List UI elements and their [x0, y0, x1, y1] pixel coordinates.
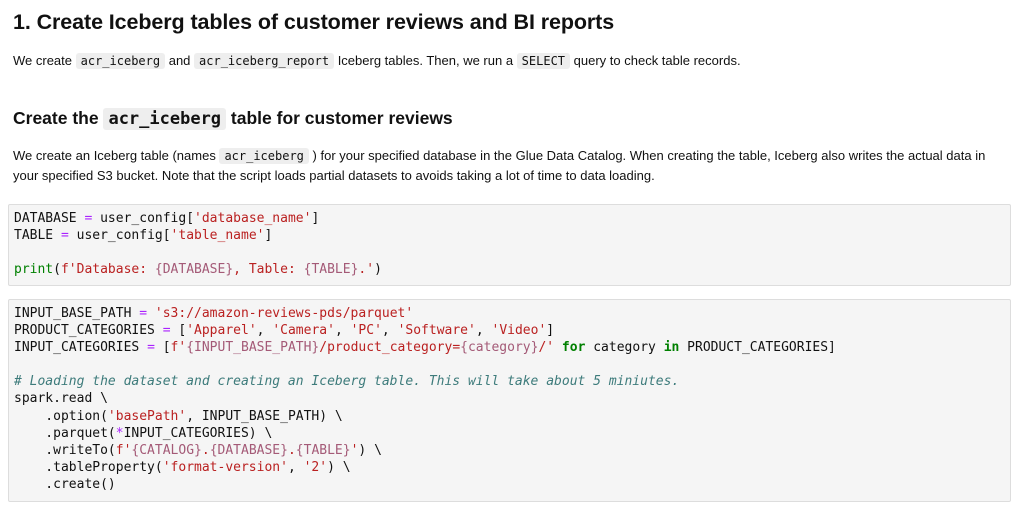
code-string: 'Video' — [491, 323, 547, 339]
code-interp: {INPUT_BASE_PATH} — [186, 340, 320, 356]
code-token: , INPUT_BASE_PATH) \ — [186, 408, 343, 424]
inline-code: acr_iceberg — [219, 148, 309, 164]
code-token: INPUT_CATEGORIES) \ — [123, 425, 273, 441]
code-token: TABLE — [14, 228, 61, 244]
description-paragraph: We create an Iceberg table (names acr_ic… — [13, 146, 1008, 186]
heading-text: table for customer reviews — [226, 108, 453, 128]
code-operator: = — [147, 340, 155, 356]
code-token: ] — [546, 323, 555, 339]
code-keyword: in — [663, 340, 680, 356]
code-cell[interactable]: DATABASE = user_config['database_name'] … — [8, 204, 1011, 286]
code-operator: = — [139, 306, 148, 321]
code-token: .tableProperty( — [14, 459, 163, 475]
code-string: f'Database: — [60, 262, 155, 278]
intro-text: We create — [13, 53, 76, 68]
code-string: 'PC' — [350, 323, 382, 339]
code-string: . — [201, 442, 210, 458]
code-token: [ — [154, 340, 171, 356]
code-token: PRODUCT_CATEGORIES] — [679, 340, 836, 356]
code-string: 'Software' — [397, 323, 476, 339]
code-string: 'format-version' — [162, 459, 288, 475]
code-string: f' — [115, 442, 132, 458]
inline-code: SELECT — [516, 53, 571, 69]
code-string: , Table: — [233, 262, 304, 278]
code-builtin: print — [14, 262, 54, 278]
code-operator: * — [115, 425, 124, 441]
code-keyword: for — [561, 340, 586, 356]
code-token: , — [287, 459, 304, 475]
code-token: [ — [170, 323, 187, 339]
intro-text: Iceberg tables. Then, we run a — [334, 53, 517, 68]
code-string: 'Camera' — [272, 323, 335, 339]
code-token: .writeTo( — [14, 442, 116, 458]
code-token: user_config[ — [68, 228, 171, 244]
code-token: .parquet( — [14, 425, 116, 441]
code-string: 'table_name' — [170, 228, 265, 244]
code-operator: = — [60, 228, 69, 244]
code-token: INPUT_CATEGORIES — [14, 340, 148, 356]
code-block[interactable]: INPUT_BASE_PATH = 's3://amazon-reviews-p… — [14, 305, 1005, 493]
code-string: . — [287, 442, 296, 458]
code-string: 's3://amazon-reviews-pds/parquet' — [147, 306, 414, 321]
code-token: .create() — [14, 476, 116, 492]
code-token: ] — [311, 211, 320, 226]
code-interp: {TABLE} — [295, 442, 351, 458]
code-cell[interactable]: INPUT_BASE_PATH = 's3://amazon-reviews-p… — [8, 299, 1011, 502]
code-interp: {category} — [460, 340, 539, 356]
intro-text: query to check table records. — [570, 53, 741, 68]
code-string: 'Apparel' — [186, 323, 257, 339]
code-string: f' — [170, 340, 187, 356]
intro-text: and — [165, 53, 195, 68]
code-token: category — [585, 340, 664, 356]
inline-code: acr_iceberg_report — [194, 53, 335, 69]
code-token: PRODUCT_CATEGORIES — [14, 323, 163, 339]
code-string: 'database_name' — [194, 211, 312, 226]
code-comment: # Loading the dataset and creating an Ic… — [14, 374, 680, 390]
code-block[interactable]: DATABASE = user_config['database_name'] … — [14, 210, 1005, 278]
code-string: .' — [358, 262, 375, 278]
code-string: 'basePath' — [107, 408, 187, 424]
code-token: INPUT_BASE_PATH — [14, 306, 140, 321]
code-string: '2' — [303, 459, 328, 475]
code-token: ) — [374, 262, 382, 278]
code-token: ) \ — [358, 442, 382, 458]
inline-code: acr_iceberg — [75, 53, 166, 69]
intro-paragraph: We create acr_iceberg and acr_iceberg_re… — [13, 52, 741, 70]
code-token: ] — [264, 228, 273, 244]
heading-text: Create the — [13, 108, 104, 128]
code-token: ) \ — [327, 459, 351, 475]
section-heading: 1. Create Iceberg tables of customer rev… — [13, 10, 615, 34]
code-token: DATABASE — [14, 211, 85, 226]
code-interp: {DATABASE} — [154, 262, 234, 278]
desc-text: We create an Iceberg table (names — [13, 148, 220, 163]
code-interp: {CATALOG} — [131, 442, 202, 458]
code-token: .option( — [14, 408, 108, 424]
inline-code: acr_iceberg — [103, 108, 227, 130]
code-string: /' — [538, 340, 555, 356]
code-interp: {DATABASE} — [209, 442, 288, 458]
code-string: /product_category= — [319, 340, 461, 356]
subsection-heading: Create the acr_iceberg table for custome… — [13, 108, 453, 130]
code-interp: {TABLE} — [303, 262, 359, 278]
code-token: ( — [53, 262, 61, 278]
code-operator: = — [162, 323, 171, 339]
code-token: spark.read \ — [14, 391, 108, 407]
code-token: user_config[ — [92, 211, 195, 226]
